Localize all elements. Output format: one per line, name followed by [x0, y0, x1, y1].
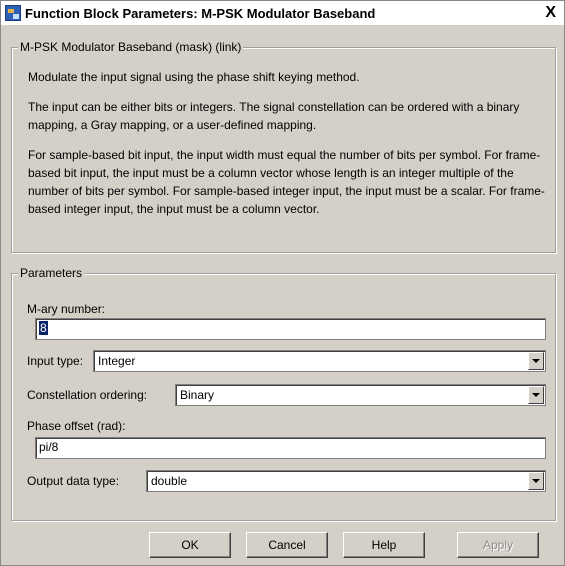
- description-paragraph-3: For sample-based bit input, the input wi…: [28, 148, 545, 216]
- mary-number-value: 8: [39, 321, 48, 335]
- dialog-window: Function Block Parameters: M-PSK Modulat…: [0, 0, 565, 566]
- close-icon[interactable]: X: [545, 3, 556, 23]
- phase-offset-label: Phase offset (rad):: [27, 419, 126, 433]
- mask-description-group: M-PSK Modulator Baseband (mask) (link) M…: [11, 40, 556, 253]
- simulink-block-icon: [5, 5, 21, 21]
- description-paragraph-1: Modulate the input signal using the phas…: [28, 70, 360, 84]
- phase-offset-value: pi/8: [39, 440, 59, 454]
- output-data-type-value: double: [151, 474, 188, 488]
- input-type-value: Integer: [98, 354, 136, 368]
- parameters-legend: Parameters: [18, 266, 85, 280]
- mask-description: Modulate the input signal using the phas…: [28, 68, 548, 230]
- constellation-ordering-value: Binary: [180, 388, 215, 402]
- mary-number-input[interactable]: 8: [35, 318, 546, 340]
- output-data-type-label: Output data type:: [27, 474, 120, 488]
- description-paragraph-2: The input can be either bits or integers…: [28, 100, 520, 132]
- chevron-down-icon[interactable]: [528, 472, 544, 490]
- window-title: Function Block Parameters: M-PSK Modulat…: [25, 5, 376, 21]
- chevron-down-icon[interactable]: [528, 386, 544, 404]
- help-button[interactable]: Help: [343, 532, 425, 558]
- chevron-down-icon[interactable]: [528, 352, 544, 370]
- ok-button[interactable]: OK: [149, 532, 231, 558]
- mary-number-label: M-ary number:: [27, 302, 106, 316]
- cancel-button[interactable]: Cancel: [246, 532, 328, 558]
- apply-button[interactable]: Apply: [457, 532, 539, 558]
- constellation-ordering-select[interactable]: Binary: [175, 384, 546, 406]
- mask-group-legend: M-PSK Modulator Baseband (mask) (link): [18, 40, 244, 54]
- constellation-ordering-label: Constellation ordering:: [27, 388, 148, 402]
- input-type-select[interactable]: Integer: [93, 350, 546, 372]
- input-type-label: Input type:: [27, 354, 84, 368]
- output-data-type-select[interactable]: double: [146, 470, 546, 492]
- phase-offset-input[interactable]: pi/8: [35, 437, 546, 459]
- title-bar[interactable]: Function Block Parameters: M-PSK Modulat…: [1, 1, 564, 25]
